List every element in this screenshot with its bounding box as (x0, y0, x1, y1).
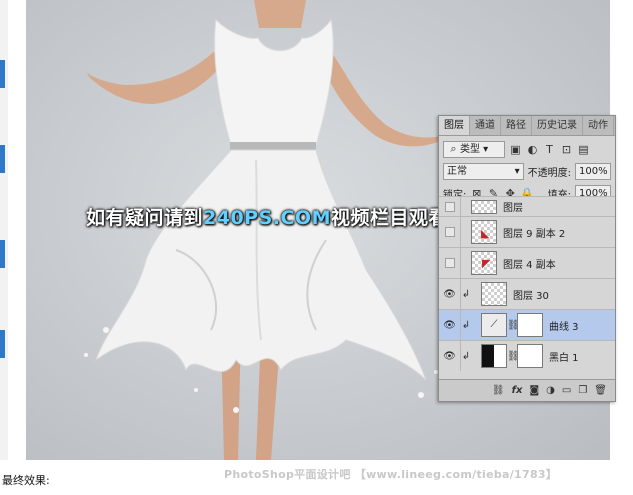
layer-filter-value: 类型 (460, 143, 480, 155)
strip-mark (0, 60, 5, 88)
trash-icon[interactable]: 🗑 (594, 385, 607, 396)
search-icon: ⌕ (450, 141, 457, 155)
strip-mark (0, 330, 5, 358)
opacity-input[interactable]: 100% (575, 162, 611, 180)
filter-row: ⌕ 类型 ▾ ▣ ◐ T ⊡ ▤ (439, 138, 615, 160)
eye-icon: 👁 (443, 319, 456, 331)
tab-layers[interactable]: 图层 (439, 116, 470, 135)
hidden-box (444, 227, 455, 237)
adjustment-icon[interactable]: ◑ (546, 385, 555, 396)
watermark-site: 240PS.COM (203, 207, 331, 229)
layer-thumbnail: ◣ (471, 220, 497, 244)
layer-row-selected[interactable]: 👁 ↲ ⟋ ⛓ 曲线 3 (439, 309, 615, 340)
clip-arrow-icon: ↲ (461, 350, 471, 362)
eye-icon: 👁 (443, 288, 456, 300)
clip-arrow-icon: ↲ (461, 319, 471, 331)
mask-icon[interactable]: ◙ (529, 385, 539, 396)
layer-name: 黑白 1 (549, 352, 579, 364)
eye-icon: 👁 (443, 350, 456, 362)
red-mark-icon: ◣ (481, 227, 490, 240)
strip-mark (0, 240, 5, 268)
opacity-label: 不透明度: (527, 167, 571, 179)
watermark-prefix: 如有疑问请到 (85, 207, 203, 229)
type-filter-icon[interactable]: T (543, 143, 556, 156)
layer-mask-thumbnail[interactable] (517, 344, 543, 368)
layer-mask-thumbnail[interactable] (517, 313, 543, 337)
layer-row[interactable]: ◤ 图层 4 副本 (439, 247, 615, 278)
chain-link-icon[interactable]: ⛓ (507, 320, 520, 331)
visibility-toggle[interactable]: 👁 (439, 310, 461, 340)
adjustment-filter-icon[interactable]: ◐ (526, 143, 539, 156)
hidden-box (444, 258, 455, 268)
visibility-toggle[interactable] (439, 197, 461, 216)
layer-row[interactable]: 图层 (439, 196, 615, 216)
layer-thumbnail: ◤ (471, 251, 497, 275)
layer-row[interactable]: 👁 ↲ ⛓ 黑白 1 (439, 340, 615, 371)
red-mark-icon: ◤ (482, 257, 491, 270)
blend-mode-select[interactable]: 正常 ▾ (443, 162, 524, 180)
tab-history[interactable]: 历史记录 (532, 116, 583, 135)
tab-actions[interactable]: 动作 (583, 116, 614, 135)
panel-footer: ⛓ fx ◙ ◑ ▭ ❐ 🗑 (439, 379, 615, 401)
layer-name: 曲线 3 (549, 321, 579, 333)
layer-filter-select[interactable]: ⌕ 类型 ▾ (443, 140, 505, 158)
tab-paths[interactable]: 路径 (501, 116, 532, 135)
layer-name: 图层 30 (513, 290, 549, 302)
clip-arrow-icon: ↲ (461, 288, 471, 300)
visibility-toggle[interactable]: 👁 (439, 279, 461, 309)
tab-channels[interactable]: 通道 (470, 116, 501, 135)
layer-name: 图层 (503, 203, 523, 214)
hidden-box (444, 201, 455, 212)
smart-object-filter-icon[interactable]: ▤ (577, 143, 590, 156)
blend-row: 正常 ▾ 不透明度: 100% (439, 160, 615, 182)
chain-link-icon[interactable]: ⛓ (507, 351, 520, 362)
left-page-strip (0, 0, 8, 460)
pixel-filter-icon[interactable]: ▣ (509, 143, 522, 156)
new-layer-icon[interactable]: ❐ (578, 385, 587, 396)
layer-list: 图层 ◣ 图层 9 副本 2 ◤ 图层 4 副本 👁 ↲ 图层 30 👁 ↲ ⟋… (439, 196, 615, 371)
visibility-toggle[interactable]: 👁 (439, 341, 461, 371)
visibility-toggle[interactable] (439, 217, 461, 247)
fx-icon[interactable]: fx (512, 385, 523, 396)
layer-name: 图层 9 副本 2 (503, 228, 566, 240)
layers-panel: 图层 通道 路径 历史记录 动作 ⌕ 类型 ▾ ▣ ◐ T ⊡ ▤ 正常 ▾ 不透明… (438, 115, 616, 402)
layer-row[interactable]: ◣ 图层 9 副本 2 (439, 216, 615, 247)
layer-row[interactable]: 👁 ↲ 图层 30 (439, 278, 615, 309)
layer-thumbnail (471, 199, 497, 214)
layer-name: 图层 4 副本 (503, 259, 556, 271)
link-icon[interactable]: ⛓ (492, 385, 505, 396)
blend-mode-value: 正常 (447, 165, 467, 177)
visibility-toggle[interactable] (439, 248, 461, 278)
strip-mark (0, 145, 5, 173)
shape-filter-icon[interactable]: ⊡ (560, 143, 573, 156)
layer-thumbnail (481, 282, 507, 306)
panel-tabs: 图层 通道 路径 历史记录 动作 (439, 116, 615, 136)
curves-adjustment-icon: ⟋ (481, 313, 507, 337)
folder-icon[interactable]: ▭ (562, 385, 571, 396)
black-white-adjustment-icon (481, 344, 507, 368)
credit-watermark: PhotoShop平面设计吧 【www.lineeg.com/tieba/178… (224, 468, 558, 481)
final-effect-label: 最终效果: (2, 474, 50, 487)
